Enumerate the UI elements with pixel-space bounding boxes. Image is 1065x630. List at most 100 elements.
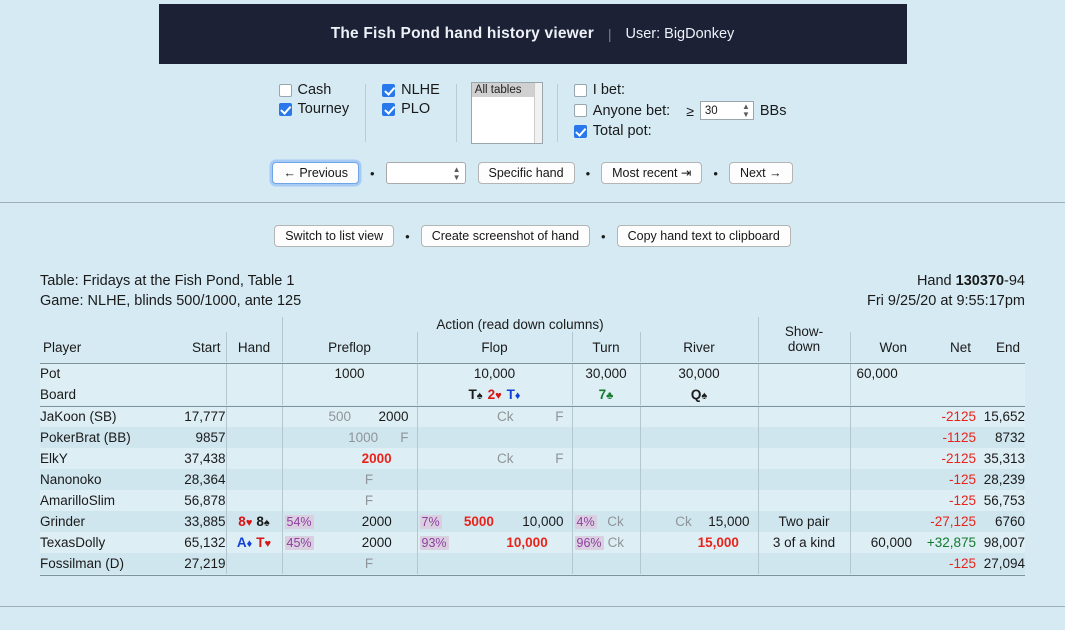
player-turn-actions bbox=[571, 553, 640, 574]
preflop-action-1: F bbox=[364, 493, 374, 508]
player-won bbox=[849, 469, 912, 490]
table-row[interactable]: PokerBrat (BB) 9857 1000 F -1125 8732 bbox=[40, 427, 1025, 448]
card: T♦ bbox=[506, 387, 521, 402]
filter-tourney[interactable]: Tourney bbox=[278, 101, 350, 117]
th-preflop: Preflop bbox=[281, 332, 417, 362]
player-hole-cards: 8♥ 8♠ bbox=[225, 511, 282, 532]
player-preflop-actions: F bbox=[281, 553, 417, 574]
player-end-stack: 6760 bbox=[994, 514, 1025, 529]
filter-anyone-bet[interactable]: Anyone bet: ≥ 30 ▲ ▼ BBs bbox=[573, 101, 786, 120]
table-row[interactable]: JaKoon (SB) 17,777 500 2000 Ck F -2125 15,652 bbox=[40, 406, 1025, 427]
player-flop-actions bbox=[416, 490, 572, 511]
tourney-checkbox[interactable] bbox=[278, 102, 292, 116]
table-row[interactable]: Fossilman (D) 27,219 F -125 27,094 bbox=[40, 553, 1025, 574]
player-preflop-actions: F bbox=[281, 469, 417, 490]
current-user-label: User: BigDonkey bbox=[625, 26, 735, 42]
table-row[interactable]: TexasDolly 65,132 A♦ T♥ 45% 2000 93% 10,000 96% C… bbox=[40, 532, 1025, 553]
player-river-actions: 15,000 bbox=[639, 532, 758, 553]
card: 8♥ bbox=[238, 514, 253, 529]
filter-cash[interactable]: Cash bbox=[278, 82, 350, 98]
flop-action-1: Ck bbox=[497, 409, 514, 425]
app-title: The Fish Pond hand history viewer bbox=[330, 25, 594, 42]
specific-hand-button[interactable]: Specific hand bbox=[477, 162, 575, 184]
player-net: -125 bbox=[948, 493, 976, 508]
player-net: -2125 bbox=[941, 409, 976, 425]
tables-listbox-scrollbar[interactable] bbox=[533, 83, 542, 143]
tables-option-all[interactable]: All tables bbox=[471, 83, 542, 97]
player-showdown-result: 3 of a kind bbox=[757, 532, 850, 553]
previous-hand-button[interactable]: ← Previous bbox=[272, 162, 359, 184]
threshold-stepper-icon[interactable]: ▲ ▼ bbox=[742, 103, 750, 119]
board-row: Board T♠ 2♥ T♦ 7♣ Q♠ bbox=[40, 384, 1025, 405]
copy-hand-text-button[interactable]: Copy hand text to clipboard bbox=[616, 225, 791, 247]
action-separator-1: • bbox=[405, 228, 410, 244]
th-turn: Turn bbox=[571, 332, 640, 362]
player-name: PokerBrat (BB) bbox=[40, 430, 131, 445]
player-start-stack: 28,364 bbox=[184, 472, 226, 487]
game-description-label: Game: NLHE, blinds 500/1000, ante 125 bbox=[40, 293, 302, 309]
next-hand-button[interactable]: Next → bbox=[728, 162, 793, 184]
total-pot-label: Total pot: bbox=[592, 123, 652, 139]
hand-actions-bar: Switch to list view • Create screenshot … bbox=[0, 225, 1065, 247]
board-turn-card: 7♣ bbox=[571, 384, 640, 405]
filter-nlhe[interactable]: NLHE bbox=[382, 82, 440, 98]
filter-plo[interactable]: PLO bbox=[382, 101, 440, 117]
most-recent-button[interactable]: Most recent ⇥ bbox=[601, 162, 703, 184]
nlhe-checkbox[interactable] bbox=[382, 83, 396, 97]
cash-checkbox[interactable] bbox=[278, 83, 292, 97]
player-showdown-result: Two pair bbox=[757, 511, 850, 532]
table-row[interactable]: AmarilloSlim 56,878 F -125 56,753 bbox=[40, 490, 1025, 511]
hand-id-line: Hand 130370-94 bbox=[867, 271, 1025, 291]
nav-separator-3: • bbox=[713, 165, 718, 181]
preflop-action-1: F bbox=[364, 472, 374, 487]
switch-to-list-view-button[interactable]: Switch to list view bbox=[274, 225, 395, 247]
preflop-equity: 45% bbox=[284, 536, 314, 550]
player-flop-actions: 93% 10,000 bbox=[416, 532, 572, 553]
player-hole-cards bbox=[225, 406, 282, 427]
card: T♠ bbox=[468, 387, 483, 402]
hand-info-left: Table: Fridays at the Fish Pond, Table 1… bbox=[40, 271, 301, 311]
i-bet-checkbox[interactable] bbox=[573, 83, 587, 97]
flop-action-1: 10,000 bbox=[506, 535, 548, 550]
preflop-action-1: 1000 bbox=[348, 430, 379, 445]
flop-action-2: F bbox=[555, 409, 564, 425]
hand-number-stepper-icon[interactable]: ▲ ▼ bbox=[453, 166, 461, 182]
card: 2♥ bbox=[487, 387, 502, 402]
plo-label: PLO bbox=[401, 101, 431, 117]
filter-i-bet[interactable]: I bet: bbox=[573, 82, 787, 98]
filter-total-pot[interactable]: Total pot: bbox=[573, 123, 787, 139]
filter-divider-2 bbox=[455, 84, 457, 142]
table-name-label: Table: Fridays at the Fish Pond, Table 1 bbox=[40, 273, 295, 289]
table-row[interactable]: Grinder 33,885 8♥ 8♠ 54% 2000 7% 5000 10,000 4% Ck… bbox=[40, 511, 1025, 532]
player-won: 60,000 bbox=[849, 532, 912, 553]
action-group-header: Action (read down columns) bbox=[281, 317, 758, 332]
tourney-label: Tourney bbox=[297, 101, 350, 117]
app-header: The Fish Pond hand history viewer | User… bbox=[158, 4, 907, 64]
player-end-stack: 98,007 bbox=[983, 535, 1025, 550]
flop-action-2: 10,000 bbox=[522, 514, 564, 529]
create-screenshot-button[interactable]: Create screenshot of hand bbox=[420, 225, 591, 247]
preflop-action-1: 2000 bbox=[361, 514, 392, 529]
anyone-bet-checkbox[interactable] bbox=[573, 104, 587, 117]
player-won bbox=[849, 511, 912, 532]
plo-checkbox[interactable] bbox=[382, 102, 396, 116]
th-start: Start bbox=[191, 339, 221, 355]
threshold-input[interactable]: 30 ▲ ▼ bbox=[699, 101, 754, 120]
table-row[interactable]: ElkY 37,438 2000 Ck F -2125 35,313 bbox=[40, 448, 1025, 469]
player-start-stack: 65,132 bbox=[184, 535, 226, 550]
hand-number-input[interactable]: ▲ ▼ bbox=[385, 162, 466, 184]
pot-won: 60,000 bbox=[849, 363, 912, 384]
total-pot-checkbox[interactable] bbox=[573, 124, 587, 138]
player-name: Nanonoko bbox=[40, 472, 102, 487]
flop-equity: 7% bbox=[419, 515, 442, 529]
player-net: -125 bbox=[948, 556, 976, 571]
section-divider-top bbox=[0, 202, 1065, 203]
table-row[interactable]: Nanonoko 28,364 F -125 28,239 bbox=[40, 469, 1025, 490]
preflop-action-1: 2000 bbox=[361, 451, 392, 466]
player-won bbox=[849, 553, 912, 574]
tables-listbox[interactable]: All tables bbox=[470, 82, 543, 144]
bet-filter-group: I bet: Anyone bet: ≥ 30 ▲ ▼ BBs Total pot… bbox=[558, 82, 803, 139]
table-bottom-border bbox=[40, 574, 1025, 576]
pot-preflop: 1000 bbox=[281, 363, 417, 384]
flop-action-1: 5000 bbox=[463, 514, 494, 529]
